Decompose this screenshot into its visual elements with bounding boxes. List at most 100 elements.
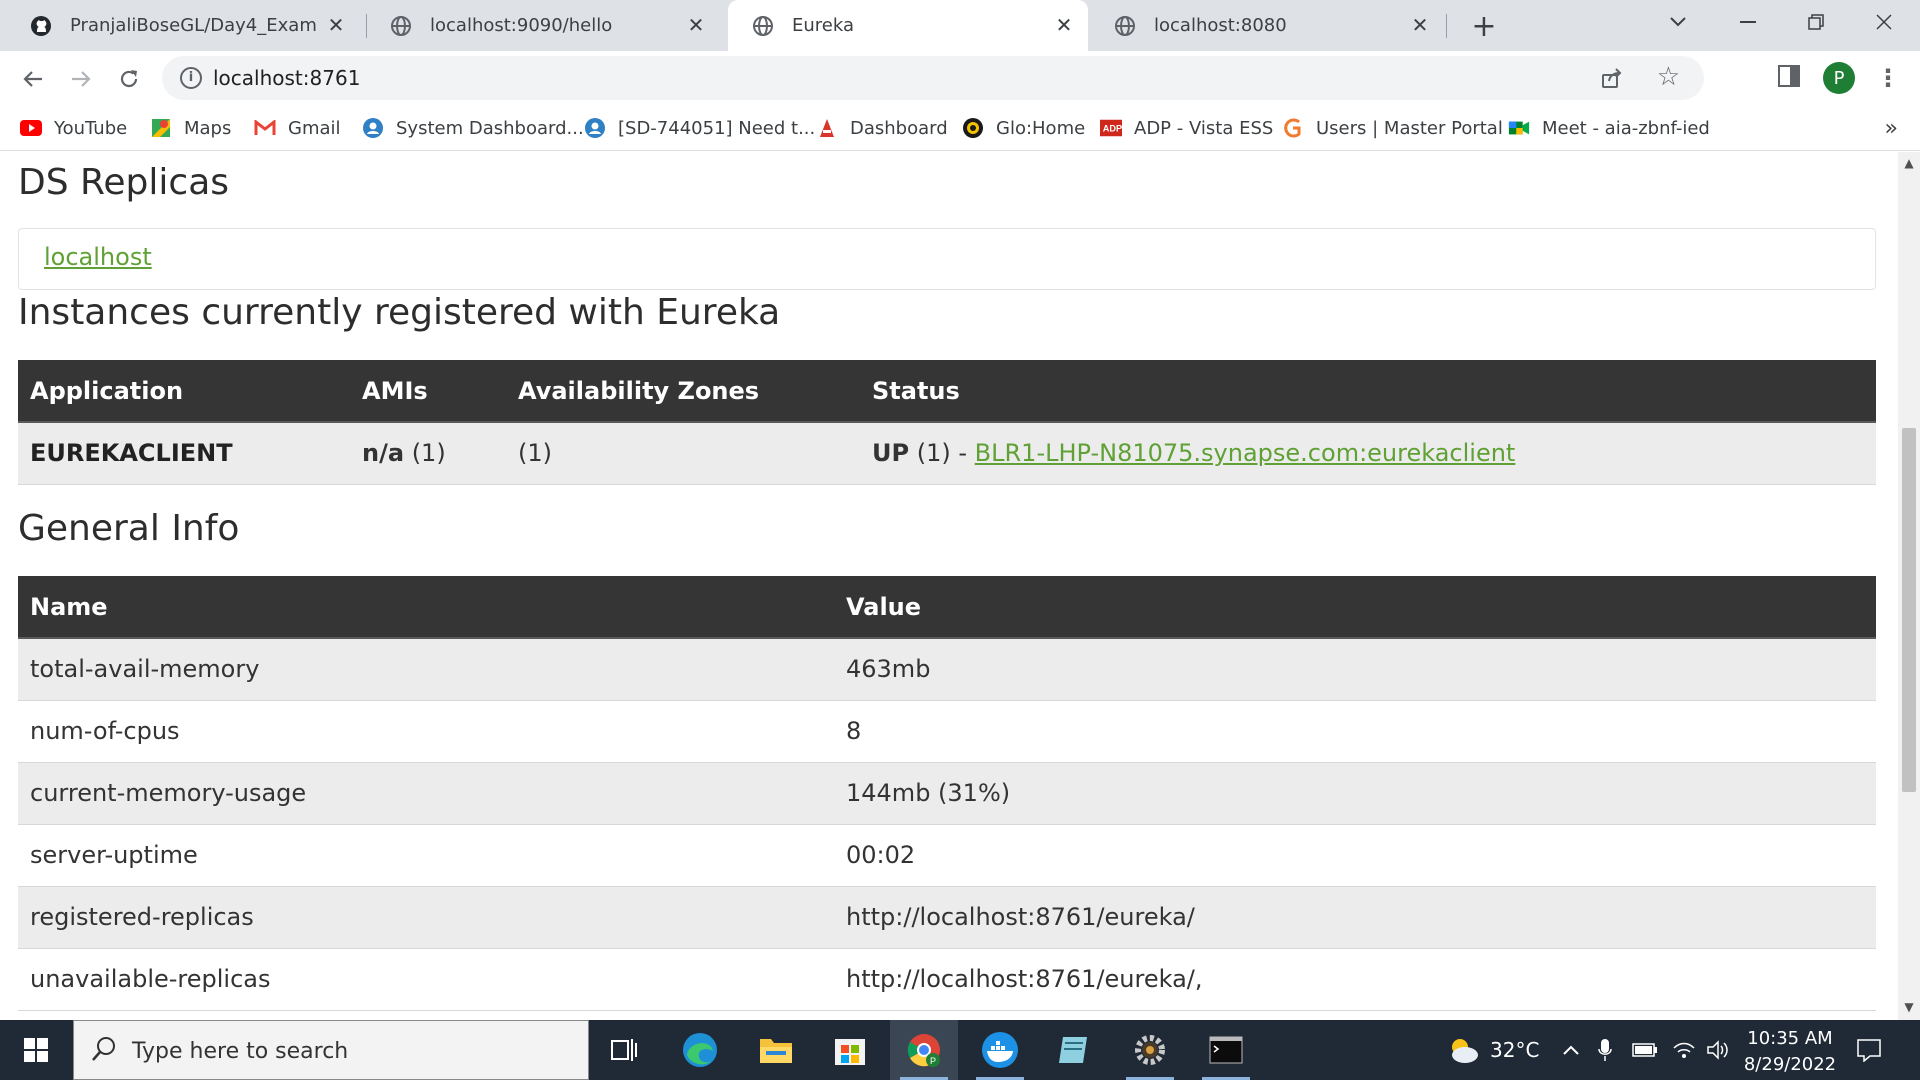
taskbar-editor[interactable] — [1040, 1020, 1108, 1080]
avatar[interactable]: P — [1823, 62, 1855, 94]
amis-cell: n/a (1) — [350, 422, 506, 485]
close-icon[interactable]: ✕ — [684, 13, 708, 37]
table-row: unavailable-replicas http://localhost:87… — [18, 948, 1876, 1011]
bookmark-gmail[interactable]: Gmail — [254, 113, 341, 143]
bookmarks-more-button[interactable]: » — [1885, 116, 1898, 141]
info-value-cell: 00:02 — [834, 824, 1876, 887]
scrollbar-thumb[interactable] — [1902, 428, 1916, 792]
bookmark-label: Users | Master Portal — [1316, 117, 1503, 139]
glo-icon — [962, 117, 984, 139]
show-hidden-icons-button[interactable] — [1562, 1020, 1580, 1080]
info-name-cell: num-of-cpus — [18, 700, 834, 763]
column-header: Availability Zones — [506, 360, 860, 423]
youtube-icon — [20, 117, 42, 139]
battery-tray[interactable] — [1632, 1020, 1658, 1080]
new-tab-button[interactable]: + — [1468, 9, 1500, 44]
bookmarks-bar: YouTube Maps Gmail System Dashboard... [… — [0, 105, 1920, 151]
close-icon[interactable]: ✕ — [324, 13, 348, 37]
column-header: AMIs — [350, 360, 506, 423]
scroll-down-arrow-icon[interactable]: ▼ — [1898, 1000, 1920, 1016]
bookmark-adp[interactable]: ADP ADP - Vista ESS — [1100, 113, 1273, 143]
battery-icon — [1632, 1043, 1657, 1057]
tab-search-button[interactable] — [1646, 0, 1710, 44]
table-row: current-memory-usage 144mb (31%) — [18, 762, 1876, 825]
tab-strip: PranjaliBoseGL/Day4_Exam ✕ localhost:909… — [0, 0, 1920, 51]
bookmark-meet[interactable]: Meet - aia-zbnf-ied — [1508, 113, 1710, 143]
weather-temperature: 32°C — [1490, 1038, 1540, 1062]
network-tray[interactable] — [1672, 1020, 1696, 1080]
tab-title: Eureka — [792, 15, 854, 36]
menu-kebab-icon[interactable]: ⋮ — [1876, 62, 1900, 94]
application-cell: EUREKACLIENT — [18, 422, 350, 485]
share-icon[interactable] — [1600, 66, 1624, 94]
task-view-button[interactable] — [590, 1020, 658, 1080]
bookmark-maps[interactable]: Maps — [150, 113, 231, 143]
system-clock[interactable]: 10:35 AM 8/29/2022 — [1720, 1026, 1860, 1078]
restore-icon — [1808, 14, 1824, 30]
reload-button[interactable] — [112, 62, 146, 96]
close-window-button[interactable] — [1852, 0, 1916, 44]
taskbar-file-explorer[interactable] — [742, 1020, 810, 1080]
dashboard-icon — [816, 117, 838, 139]
replica-link[interactable]: localhost — [44, 243, 152, 271]
general-info-table: Name Value total-avail-memory 463mb num-… — [18, 576, 1876, 1011]
page-scrollbar[interactable]: ▲ ▼ — [1898, 152, 1920, 1020]
column-header: Status — [860, 360, 1876, 423]
table-header-row: Application AMIs Availability Zones Stat… — [18, 360, 1876, 423]
close-icon[interactable]: ✕ — [1408, 13, 1432, 37]
taskbar-chrome[interactable]: P — [890, 1020, 958, 1080]
bookmark-sd-744051[interactable]: [SD-744051] Need t... — [584, 113, 815, 143]
bookmark-star-icon[interactable]: ☆ — [1657, 62, 1680, 92]
restore-button[interactable] — [1784, 0, 1848, 44]
scroll-up-arrow-icon[interactable]: ▲ — [1898, 156, 1920, 172]
forward-button[interactable] — [64, 62, 98, 96]
tab-localhost-8080[interactable]: localhost:8080 ✕ — [1090, 0, 1444, 51]
bookmark-master-portal[interactable]: Users | Master Portal — [1282, 113, 1503, 143]
meet-icon — [1508, 117, 1530, 139]
bookmark-system-dashboard[interactable]: System Dashboard... — [362, 113, 584, 143]
tab-localhost-9090[interactable]: localhost:9090/hello ✕ — [366, 0, 720, 51]
reload-icon — [120, 70, 138, 88]
bookmark-dashboard[interactable]: Dashboard — [816, 113, 948, 143]
notification-center-button[interactable] — [1856, 1020, 1882, 1080]
back-button[interactable] — [16, 62, 50, 96]
taskbar-docker[interactable] — [966, 1020, 1034, 1080]
replicas-box: localhost — [18, 228, 1876, 290]
general-info-heading: General Info — [18, 508, 240, 549]
microphone-tray[interactable] — [1598, 1020, 1612, 1080]
globe-icon — [1114, 15, 1136, 37]
weather-cloud-icon — [1452, 1039, 1478, 1063]
url-text[interactable]: localhost:8761 — [213, 66, 360, 90]
table-row: registered-replicas http://localhost:876… — [18, 886, 1876, 949]
minimize-button[interactable] — [1716, 0, 1780, 44]
info-icon[interactable]: i — [180, 67, 202, 89]
taskbar-settings-app[interactable] — [1116, 1020, 1184, 1080]
gear-icon — [1135, 1035, 1165, 1065]
side-panel-icon[interactable] — [1778, 65, 1800, 87]
bookmark-youtube[interactable]: YouTube — [20, 113, 127, 143]
tab-github[interactable]: PranjaliBoseGL/Day4_Exam ✕ — [6, 0, 360, 51]
gmail-icon — [254, 117, 276, 139]
wifi-icon — [1673, 1042, 1695, 1058]
chevron-up-icon — [1563, 1045, 1579, 1055]
bookmark-glo-home[interactable]: Glo:Home — [962, 113, 1085, 143]
taskbar-edge[interactable] — [666, 1020, 734, 1080]
weather-widget[interactable]: 32°C — [1446, 1020, 1539, 1080]
bookmark-label: YouTube — [54, 117, 128, 139]
info-value-cell: http://localhost:8761/eureka/, — [834, 948, 1876, 1011]
arrow-right-icon — [72, 71, 91, 87]
clock-date: 8/29/2022 — [1743, 1054, 1837, 1075]
taskbar-search-box[interactable]: Type here to search — [73, 1020, 589, 1080]
instance-link[interactable]: BLR1-LHP-N81075.synapse.com:eurekaclient — [975, 439, 1516, 467]
close-icon[interactable]: ✕ — [1052, 13, 1076, 37]
bookmark-label: ADP - Vista ESS — [1134, 117, 1274, 139]
taskbar-terminal[interactable] — [1192, 1020, 1260, 1080]
jira-icon — [362, 117, 384, 139]
tab-eureka[interactable]: Eureka ✕ — [728, 0, 1088, 51]
minimize-icon — [1740, 21, 1756, 23]
search-icon — [90, 1035, 118, 1067]
start-button[interactable] — [0, 1020, 72, 1080]
address-bar[interactable]: i localhost:8761 ☆ — [162, 56, 1704, 100]
taskbar-store[interactable] — [816, 1020, 884, 1080]
instances-table: Application AMIs Availability Zones Stat… — [18, 360, 1876, 485]
